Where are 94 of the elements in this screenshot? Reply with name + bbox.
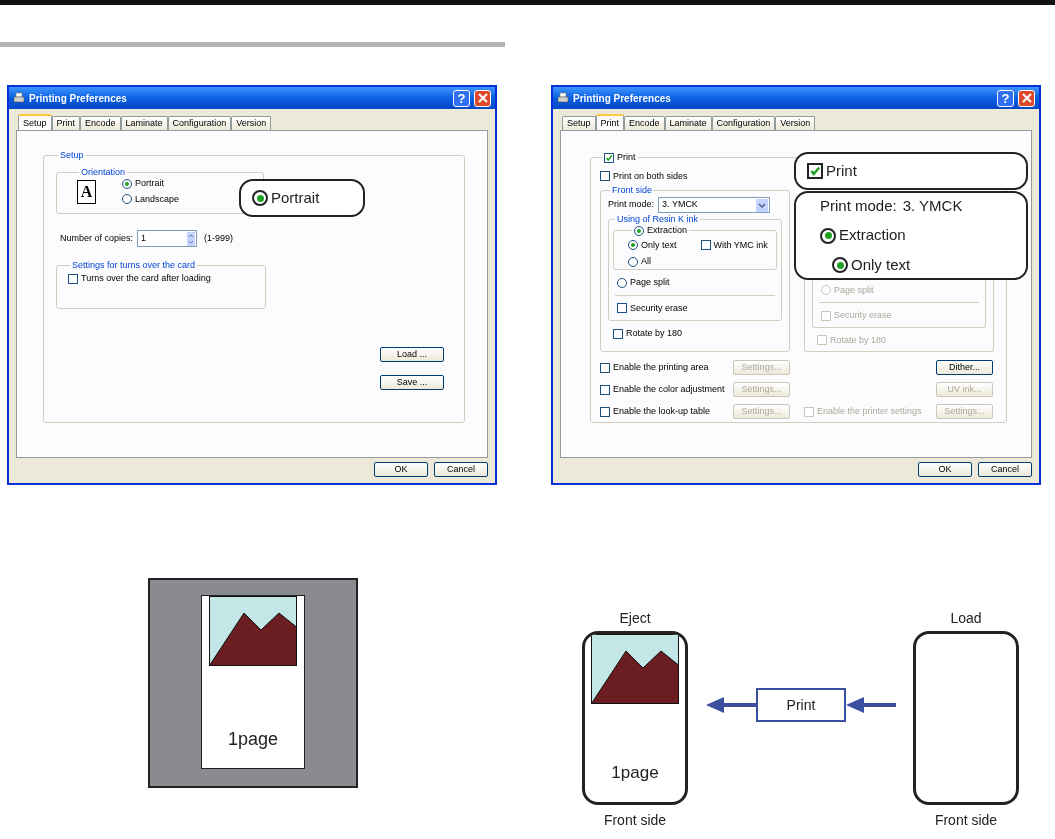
checkbox[interactable] [604,152,614,163]
window-title: Printing Preferences [29,91,128,106]
tab[interactable]: Setup [18,114,52,130]
checkbox-label: Security erase [630,301,688,315]
radio-label: Page split [630,276,670,289]
checkbox-label: Security erase [834,309,892,322]
radio-label: Page split [834,283,874,297]
group-title: Orientation [80,168,127,177]
radio-label: All [641,255,651,268]
checkbox-label: Enable the look-up table [613,404,711,418]
help-button[interactable]: ? [453,89,470,107]
card-text: 1page [611,762,659,784]
close-button[interactable] [474,89,491,107]
range-hint: (1-999) [204,231,234,245]
radio-button[interactable] [122,178,132,189]
field-label: Number of copies: [60,231,134,245]
printer-icon [557,92,569,104]
help-button[interactable]: ? [997,89,1014,107]
number-field[interactable]: 1 [137,230,198,247]
radio-button[interactable] [820,227,836,244]
checkbox[interactable] [600,171,610,182]
card-label: Front side [603,813,667,827]
card-text: 1page [227,728,279,751]
card-label: Front side [934,813,998,827]
radio-button[interactable] [122,194,132,205]
card-label: Eject [619,611,651,625]
tab[interactable]: Configuration [711,116,776,130]
checkbox-label: With YMC ink [713,238,768,252]
dropdown[interactable]: 3. YMCK [658,197,771,213]
close-icon [477,93,488,103]
printer-icon [13,92,25,104]
checkbox-label: Print [617,151,636,164]
checkbox-label: Enable the printer settings [817,404,922,418]
tab[interactable]: Configuration [167,116,232,130]
radio-label: Portrait [271,187,320,208]
radio-label: Landscape [135,192,180,206]
close-button[interactable] [1018,89,1035,107]
tab[interactable]: Print [595,114,625,130]
tab[interactable]: Encode [624,116,665,130]
radio-label: Only text [641,238,677,252]
checkbox[interactable] [600,384,610,395]
close-icon [1021,93,1032,103]
page-icon: A [77,179,96,204]
spinner-icon [187,231,196,246]
radio-label: Only text [851,254,911,275]
field-label: Print mode: [820,195,897,216]
group-title: Front side [611,186,654,195]
radio-label: Extraction [647,224,688,237]
tab[interactable]: Laminate [664,116,712,130]
checkbox-label: Enable the color adjustment [613,382,725,396]
dialog-button[interactable]: OK [374,462,428,477]
checkbox[interactable] [617,303,627,314]
process-box: Print [756,688,846,722]
tab[interactable]: Version [775,116,816,130]
tab[interactable]: Print [51,116,81,130]
checkbox-label: Print [826,160,857,181]
checkbox-label: Turns over the card after loading [81,272,211,285]
group-title: Setup [59,151,85,160]
dialog-button[interactable]: Cancel [434,462,488,477]
checkbox[interactable] [613,328,623,339]
radio-label: Portrait [135,177,164,190]
field-label: Print mode: [608,198,655,212]
tab[interactable]: Encode [80,116,121,130]
checkbox-label: Print on both sides [613,169,688,183]
radio-label: Extraction [839,225,906,246]
card-label: Load [950,611,982,625]
radio-button[interactable] [634,225,644,236]
dialog-button[interactable]: Save ... [380,375,444,390]
checkbox-label: Enable the printing area [613,360,709,374]
radio-button[interactable] [617,277,627,288]
arrow-icon [706,697,756,713]
tab[interactable]: Version [231,116,272,130]
tab[interactable]: Setup [562,116,596,130]
checkbox[interactable] [700,240,711,251]
group-title: Settings for turns over the card [71,261,197,270]
checkbox[interactable] [68,273,78,284]
arrow-icon [846,697,896,713]
dialog-button[interactable]: Load ... [380,347,444,362]
checkbox[interactable] [807,163,823,179]
radio-button[interactable] [628,256,638,267]
window-title: Printing Preferences [573,91,672,106]
radio-button[interactable] [628,240,638,251]
radio-button[interactable] [252,190,268,206]
radio-button[interactable] [832,257,848,273]
checkbox[interactable] [600,362,610,373]
dialog-button[interactable]: OK [918,462,972,477]
tab[interactable]: Laminate [120,116,168,130]
field-value: 3. YMCK [902,195,963,216]
dialog-button[interactable]: Dither... [936,360,993,375]
checkbox-label: Rotate by 180 [830,333,887,347]
dialog-button[interactable]: Cancel [978,462,1032,477]
checkbox-label: Rotate by 180 [626,327,683,340]
checkbox[interactable] [600,406,610,417]
group-title: Using of Resin K ink [616,215,700,224]
